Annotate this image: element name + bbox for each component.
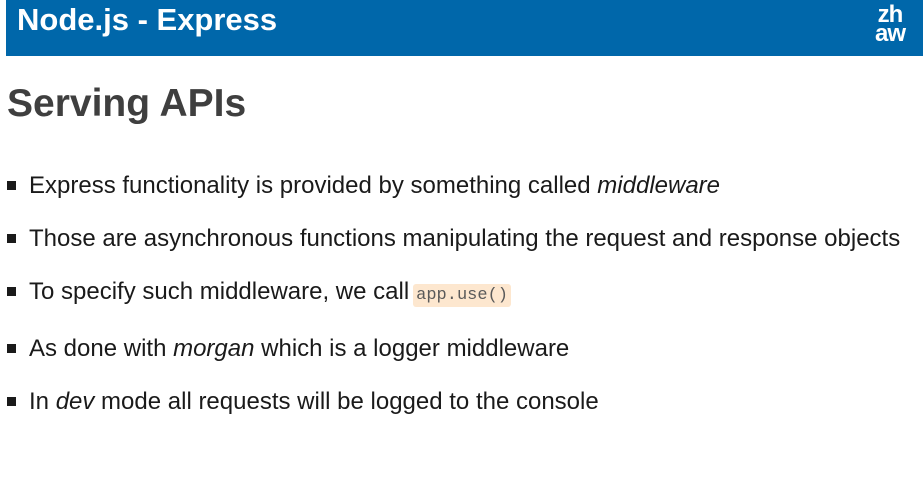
- bullet-item-2: Those are asynchronous functions manipul…: [7, 221, 912, 257]
- bullet-emphasis: dev: [55, 388, 95, 415]
- inline-code: app.use(): [413, 284, 511, 307]
- bullet-text: As done with: [29, 335, 174, 362]
- bullet-item-1: Express functionality is provided by som…: [7, 168, 912, 204]
- bullet-text-after: which is a logger middleware: [254, 335, 570, 362]
- bullet-square-icon: [7, 234, 16, 243]
- bullet-square-icon: [7, 181, 16, 190]
- logo-line-2: aw: [874, 20, 906, 47]
- header-bar: Node.js - Express zh aw: [6, 0, 923, 56]
- bullet-emphasis: middleware: [597, 172, 721, 199]
- zhaw-logo: zh aw: [869, 3, 911, 47]
- bullet-item-4: As done with morgan which is a logger mi…: [7, 331, 912, 367]
- slide-title: Serving APIs: [7, 82, 247, 125]
- bullet-list: Express functionality is provided by som…: [7, 168, 912, 437]
- bullet-text: Those are asynchronous functions manipul…: [29, 225, 901, 252]
- bullet-text: To specify such middleware, we call: [29, 278, 410, 305]
- bullet-square-icon: [7, 344, 16, 353]
- bullet-emphasis: morgan: [173, 335, 255, 362]
- slide-page: Node.js - Express zh aw Serving APIs Exp…: [0, 0, 923, 484]
- bullet-square-icon: [7, 287, 16, 296]
- header-title: Node.js - Express: [17, 2, 278, 37]
- bullet-text-after: mode all requests will be logged to the …: [94, 388, 599, 415]
- bullet-text: In: [29, 388, 56, 415]
- bullet-item-3: To specify such middleware, we call app.u…: [7, 274, 912, 314]
- bullet-item-5: In dev mode all requests will be logged …: [7, 384, 912, 420]
- bullet-square-icon: [7, 397, 16, 406]
- bullet-text: Express functionality is provided by som…: [29, 172, 598, 199]
